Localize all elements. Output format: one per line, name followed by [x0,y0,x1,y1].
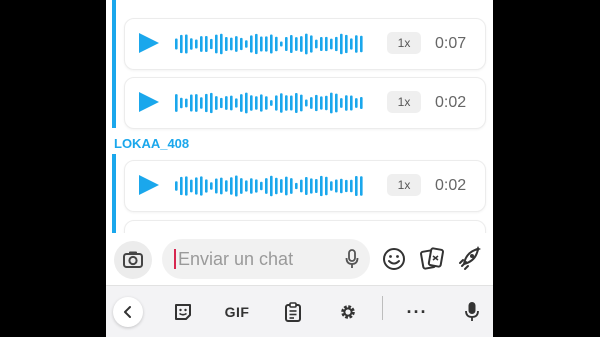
keyboard-toolbar: GIF ··· [106,285,493,337]
toolbar-divider [382,296,383,320]
sticker-button[interactable] [170,286,196,337]
keyboard-mic-icon [465,302,479,321]
waveform [175,175,363,197]
waveform [175,33,363,55]
play-icon[interactable] [139,33,159,53]
sticker-cards-icon[interactable] [418,245,446,273]
playback-speed-button[interactable]: 1x [387,32,421,54]
keyboard-mic-button[interactable] [460,286,484,337]
voice-note[interactable]: 1x 0:02 [124,160,486,212]
sticker-icon [175,304,191,320]
gif-label: GIF [224,304,250,320]
playback-speed-button[interactable]: 1x [387,174,421,196]
sender-bar [112,154,116,233]
sender-bar [112,0,116,128]
voice-note[interactable]: 1x 0:07 [124,18,486,70]
chat-input-field[interactable] [162,239,370,279]
voice-note[interactable]: 1x 0:02 [124,77,486,129]
sender-name: LOKAA_408 [114,136,190,151]
snapchat-chat-screen: 1x 0:07 1x 0:02 LOKAA_408 1x 0:02 Enviar… [106,0,493,337]
play-icon[interactable] [139,175,159,195]
camera-icon [123,251,143,268]
camera-button[interactable] [114,241,152,279]
more-button[interactable]: ··· [402,286,432,337]
voice-note[interactable] [124,220,486,233]
rocket-lens-icon[interactable] [456,244,484,272]
more-label: ··· [406,301,428,322]
waveform [175,92,363,114]
chat-history[interactable]: 1x 0:07 1x 0:02 LOKAA_408 1x 0:02 [106,0,493,233]
clipboard-button[interactable] [281,286,305,337]
voice-note-duration: 0:07 [435,35,467,52]
gear-icon [341,305,355,319]
chevron-left-icon [124,306,131,318]
play-icon[interactable] [139,92,159,112]
clipboard-icon [285,302,301,322]
settings-button[interactable] [336,286,360,337]
back-button-circle [113,297,143,327]
keyboard-back-button[interactable] [113,286,143,337]
composer-row [106,233,493,285]
voice-note-duration: 0:02 [435,94,467,111]
microphone-icon[interactable] [344,249,360,269]
playback-speed-button[interactable]: 1x [387,91,421,113]
chat-input[interactable] [178,239,338,279]
gif-button[interactable]: GIF [220,286,254,337]
text-caret [174,249,176,269]
emoji-icon[interactable] [381,246,407,272]
voice-note-duration: 0:02 [435,177,467,194]
